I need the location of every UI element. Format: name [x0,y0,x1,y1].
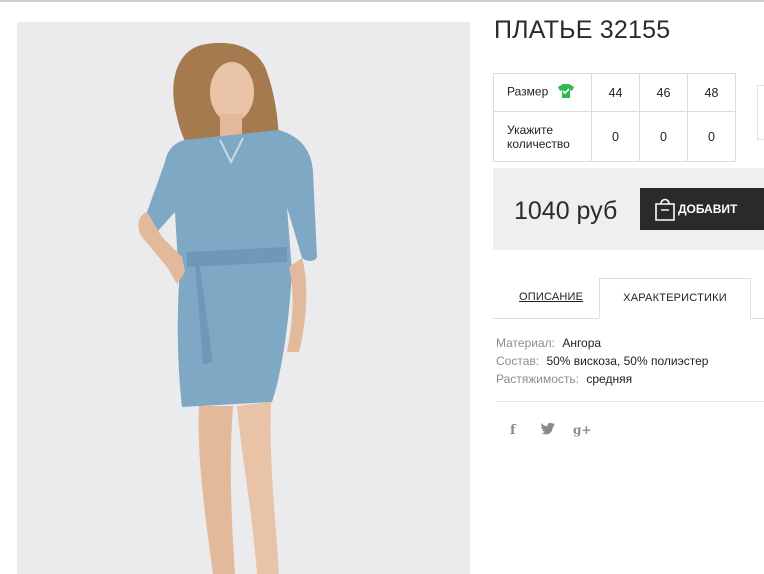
size-label-cell: Размер [493,73,592,112]
price: 1040 руб [514,197,618,225]
quantity-44[interactable]: 0 [591,111,640,162]
top-divider [0,0,764,2]
quantity-row: Укажите количество 0 0 0 [493,111,736,162]
product-photo[interactable] [17,22,470,574]
size-label: Размер [507,84,549,99]
facebook-icon[interactable]: f [510,423,516,438]
quantity-46[interactable]: 0 [639,111,688,162]
googleplus-icon[interactable]: g+ [573,423,591,437]
characteristic-row: Состав: 50% вискоза, 50% полиэстер [496,352,708,370]
dress-model-illustration [138,42,317,574]
size-row: Размер 44 46 48 [493,73,736,112]
tab-description[interactable]: ОПИСАНИЕ [519,291,583,303]
size-46[interactable]: 46 [639,73,688,112]
characteristics-list: Материал: Ангора Состав: 50% вискоза, 50… [496,334,708,388]
quantity-label-cell: Укажите количество [493,111,592,162]
tab-characteristics[interactable]: ХАРАКТЕРИСТИКИ [599,278,751,319]
size-quantity-table: Размер 44 46 48 Укажите количество 0 0 0 [493,73,736,162]
tshirt-icon[interactable] [557,84,574,101]
add-to-cart-button[interactable]: ДОБАВИТ [640,188,764,230]
add-to-cart-label: ДОБАВИТ [678,202,738,216]
characteristic-row: Материал: Ангора [496,334,708,352]
quantity-label-line2: количество [507,136,570,151]
characteristic-value: Ангора [562,336,602,350]
shopping-bag-icon [655,198,675,221]
product-title: ПЛАТЬЕ 32155 [494,16,671,44]
characteristic-key: Материал: [496,336,555,350]
size-48[interactable]: 48 [687,73,736,112]
divider [496,401,764,402]
characteristic-value: средняя [586,372,633,386]
twitter-icon[interactable] [541,422,555,439]
characteristic-value: 50% вискоза, 50% полиэстер [546,354,709,368]
price-bar: 1040 руб ДОБАВИТ [493,168,764,250]
quantity-48[interactable]: 0 [687,111,736,162]
characteristic-row: Растяжимость: средняя [496,370,708,388]
side-panel-edge [757,85,764,140]
characteristic-key: Растяжимость: [496,372,580,386]
characteristic-key: Состав: [496,354,540,368]
quantity-label-line1: Укажите [507,122,554,137]
size-44[interactable]: 44 [591,73,640,112]
